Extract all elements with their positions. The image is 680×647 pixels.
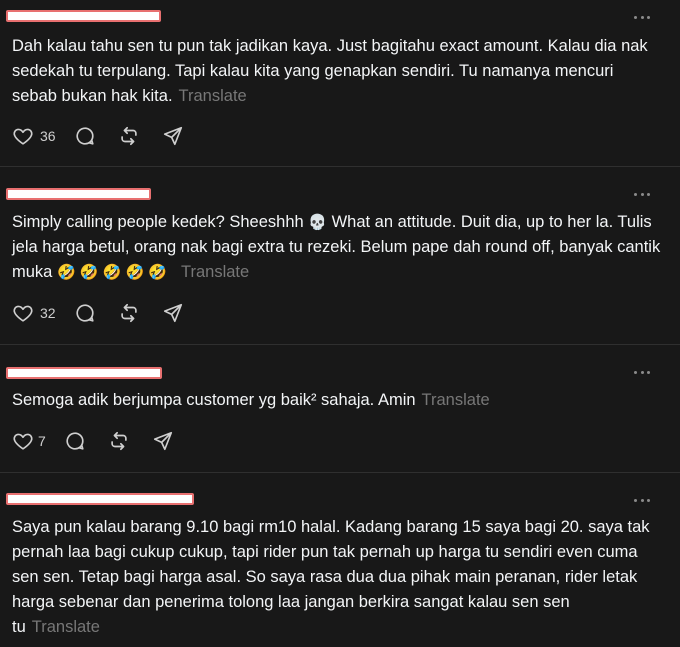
redacted-username <box>6 367 162 379</box>
reply-button[interactable] <box>64 430 86 452</box>
reply-post: Simply calling people kedek? Sheeshhh 💀 … <box>0 167 680 345</box>
comment-icon <box>75 127 94 145</box>
repost-icon <box>120 126 137 146</box>
send-icon <box>163 303 182 323</box>
share-button[interactable] <box>152 430 174 452</box>
reply-post: Saya pun kalau barang 9.10 bagi rm10 hal… <box>0 473 680 647</box>
repost-button[interactable] <box>118 302 140 324</box>
repost-icon <box>111 431 127 451</box>
translate-link[interactable]: Translate <box>181 263 249 281</box>
redacted-username <box>6 493 194 505</box>
comment-icon <box>66 432 84 450</box>
thread-feed: Dah kalau tahu sen tu pun tak jadikan ka… <box>0 0 680 647</box>
like-button[interactable]: 32 <box>12 302 74 324</box>
redacted-username <box>6 188 151 200</box>
like-button[interactable]: 7 <box>12 430 64 452</box>
reply-button[interactable] <box>74 302 96 324</box>
heart-icon <box>13 305 33 322</box>
more-icon <box>634 15 637 19</box>
share-button[interactable] <box>162 302 184 324</box>
heart-icon <box>13 128 33 145</box>
send-icon <box>163 126 182 146</box>
more-icon <box>634 192 637 196</box>
translate-link[interactable]: Translate <box>32 618 100 636</box>
send-icon <box>153 431 172 451</box>
more-options-button[interactable] <box>634 189 650 199</box>
comment-icon <box>75 304 94 322</box>
post-text: Saya pun kalau barang 9.10 bagi rm10 hal… <box>12 518 650 636</box>
repost-icon <box>120 303 137 323</box>
post-text: Dah kalau tahu sen tu pun tak jadikan ka… <box>12 37 648 105</box>
more-icon <box>634 498 637 502</box>
laughing-emojis: 🤣 🤣 🤣 🤣 🤣 <box>56 264 167 281</box>
post-text: Simply calling people kedek? Sheeshhh 💀 … <box>12 213 661 281</box>
reply-button[interactable] <box>74 125 96 147</box>
heart-icon <box>13 433 33 450</box>
post-actions: 7 <box>12 429 174 453</box>
translate-link[interactable]: Translate <box>179 87 247 105</box>
reply-post: Dah kalau tahu sen tu pun tak jadikan ka… <box>0 0 680 167</box>
like-button[interactable]: 36 <box>12 125 74 147</box>
more-options-button[interactable] <box>634 495 650 505</box>
post-text: Semoga adik berjumpa customer yg baik² s… <box>12 391 490 409</box>
reply-post: Semoga adik berjumpa customer yg baik² s… <box>0 345 680 473</box>
skull-emoji: 💀 <box>308 214 327 231</box>
like-count: 36 <box>40 128 56 144</box>
like-count: 7 <box>38 433 46 449</box>
translate-link[interactable]: Translate <box>422 391 490 409</box>
share-button[interactable] <box>162 125 184 147</box>
more-options-button[interactable] <box>634 12 650 22</box>
redacted-username <box>6 10 161 22</box>
repost-button[interactable] <box>108 430 130 452</box>
more-options-button[interactable] <box>634 367 650 377</box>
post-actions: 32 <box>12 301 184 325</box>
post-actions: 36 <box>12 124 184 148</box>
repost-button[interactable] <box>118 125 140 147</box>
like-count: 32 <box>40 305 56 321</box>
more-icon <box>634 370 637 374</box>
